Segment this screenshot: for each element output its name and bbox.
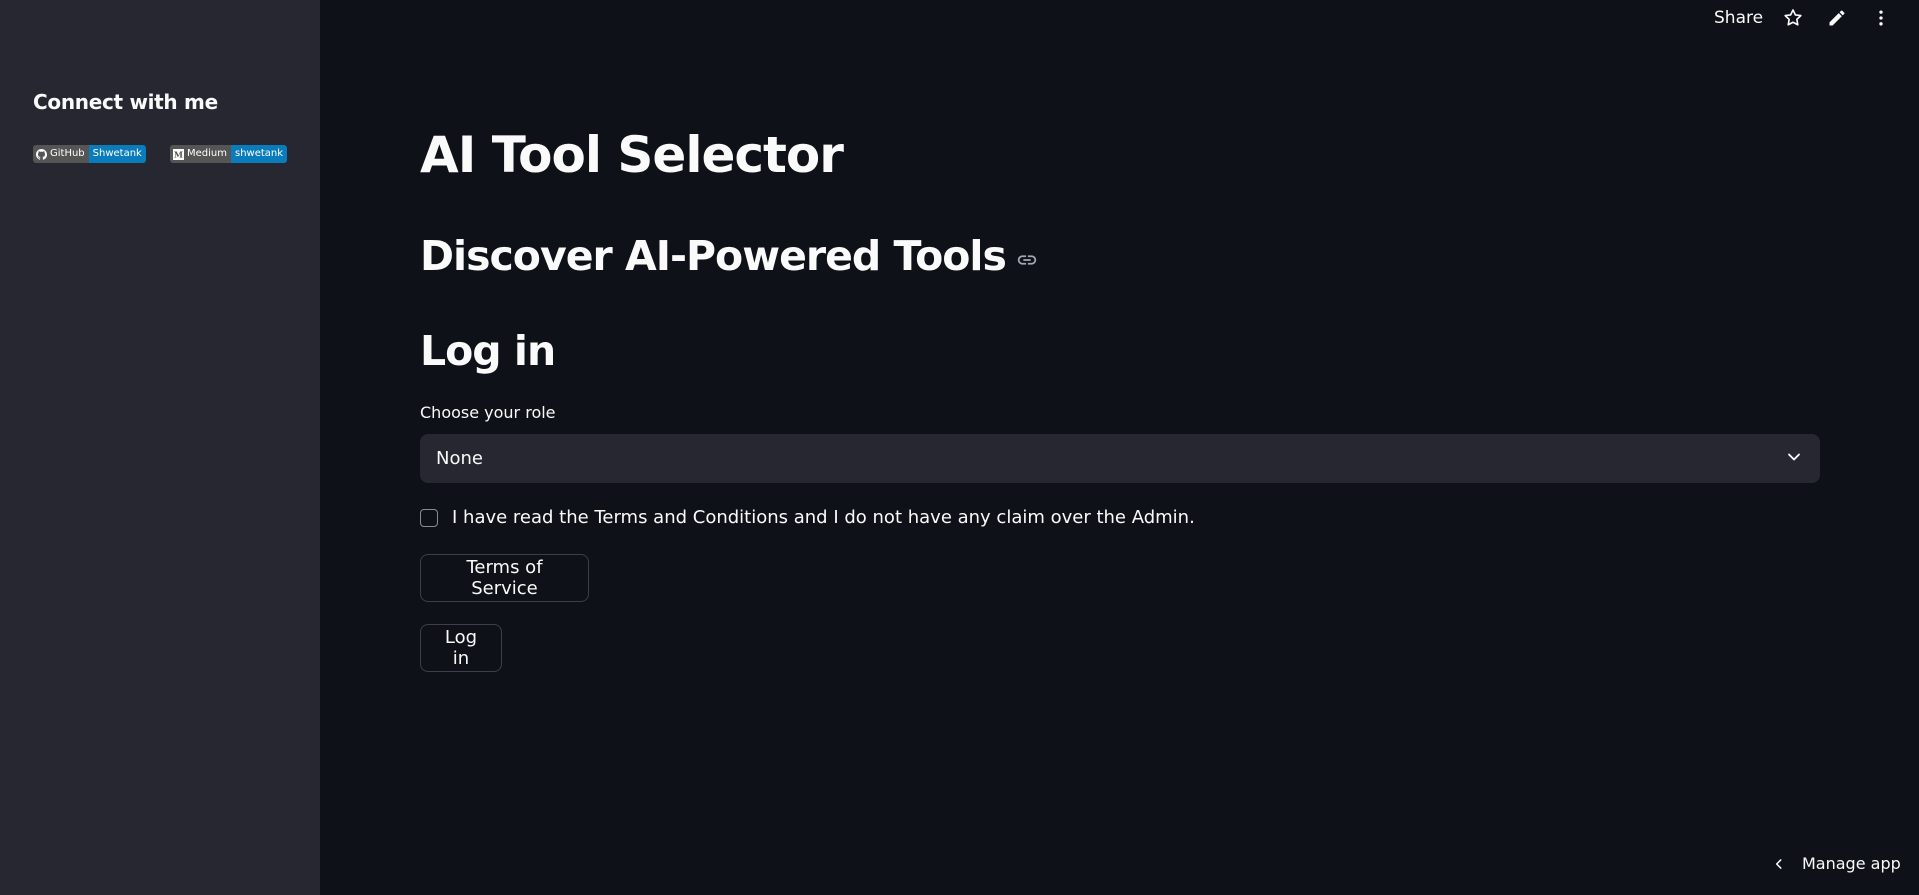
star-icon[interactable]	[1781, 6, 1805, 30]
role-select-label: Choose your role	[420, 403, 556, 422]
chevron-down-icon	[1784, 447, 1804, 471]
section-title: Log in	[420, 327, 556, 375]
medium-badge-user: shwetank	[231, 145, 288, 163]
github-badge-left: GitHub	[33, 145, 89, 163]
github-badge[interactable]: GitHub Shwetank	[33, 145, 146, 163]
login-button[interactable]: Log in	[420, 624, 502, 672]
manage-app-label: Manage app	[1802, 854, 1901, 873]
link-icon[interactable]	[1016, 249, 1038, 271]
subtitle-text: Discover AI-Powered Tools	[420, 232, 1007, 280]
medium-badge-label: Medium	[187, 148, 227, 159]
chevron-left-icon	[1772, 857, 1786, 871]
sidebar: Connect with me GitHub Shwetank M Medium…	[0, 0, 320, 895]
medium-badge[interactable]: M Medium shwetank	[170, 145, 288, 163]
sidebar-title: Connect with me	[33, 90, 218, 114]
medium-icon: M	[173, 148, 184, 160]
github-badge-user: Shwetank	[88, 145, 146, 163]
terms-checkbox[interactable]	[420, 508, 438, 527]
page-title: AI Tool Selector	[420, 126, 844, 184]
terms-checkbox-label: I have read the Terms and Conditions and…	[452, 507, 1195, 528]
role-select-value: None	[436, 448, 483, 469]
github-badge-label: GitHub	[50, 148, 85, 159]
share-button[interactable]: Share	[1714, 8, 1763, 28]
role-select[interactable]: None	[420, 434, 1820, 483]
terms-of-service-button[interactable]: Terms of Service	[420, 554, 589, 602]
page-subtitle: Discover AI-Powered Tools	[420, 232, 1038, 280]
pencil-icon[interactable]	[1825, 6, 1849, 30]
svg-text:M: M	[174, 149, 183, 159]
manage-app-button[interactable]: Manage app	[1772, 854, 1901, 873]
medium-badge-left: M Medium	[170, 145, 231, 163]
terms-checkbox-row[interactable]: I have read the Terms and Conditions and…	[420, 507, 1195, 528]
github-icon	[36, 148, 47, 160]
more-vertical-icon[interactable]	[1869, 6, 1893, 30]
